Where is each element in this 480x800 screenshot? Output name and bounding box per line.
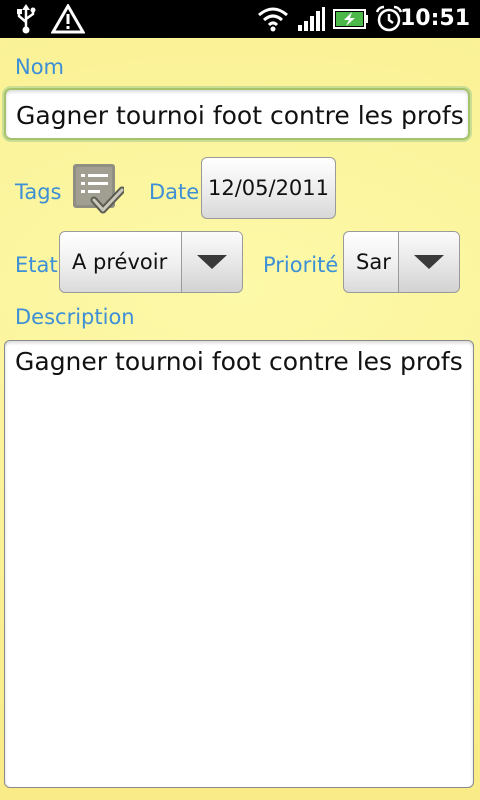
- usb-icon: [14, 0, 38, 38]
- checklist-icon: [72, 164, 126, 220]
- wifi-icon: [256, 0, 290, 38]
- chevron-down-icon: [181, 232, 242, 292]
- state-dropdown[interactable]: A prévoir: [59, 231, 243, 293]
- name-label: Nom: [15, 55, 65, 79]
- chevron-down-icon: [398, 232, 459, 292]
- tags-button[interactable]: [72, 162, 126, 216]
- state-value: A prévoir: [72, 250, 168, 274]
- description-field[interactable]: Gagner tournoi foot contre les profs: [4, 340, 474, 788]
- name-field[interactable]: Gagner tournoi foot contre les profs: [4, 88, 470, 140]
- priority-label: Priorité: [263, 253, 339, 277]
- date-label: Date: [149, 180, 200, 204]
- state-label: Etat: [15, 253, 58, 277]
- priority-value: Sar: [356, 250, 391, 274]
- date-button[interactable]: 12/05/2011: [201, 157, 336, 219]
- signal-icon: [296, 0, 326, 38]
- status-bar: 10:51: [0, 0, 480, 38]
- priority-dropdown[interactable]: Sar: [343, 231, 460, 293]
- description-label: Description: [15, 305, 135, 329]
- tags-label: Tags: [15, 180, 62, 204]
- warning-icon: [50, 0, 86, 38]
- clock: 10:51: [399, 6, 470, 31]
- battery-charging-icon: [332, 0, 370, 38]
